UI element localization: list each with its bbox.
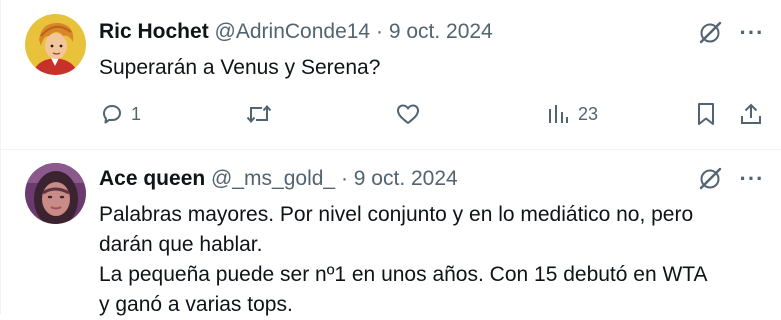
handle[interactable]: @_ms_gold_ xyxy=(211,167,335,190)
tweet-text-line: La pequeña puede ser nº1 en unos años. C… xyxy=(99,263,708,286)
separator: · xyxy=(340,167,348,190)
views-icon[interactable] xyxy=(545,101,571,127)
avatar[interactable] xyxy=(25,14,86,75)
more-icon[interactable]: ··· xyxy=(738,22,766,44)
reply-count: 1 xyxy=(131,104,142,124)
grok-icon[interactable] xyxy=(696,19,724,47)
more-icon[interactable]: ··· xyxy=(738,168,766,190)
tweet-text-line: y ganó a varias tops. xyxy=(99,293,293,316)
timestamp[interactable]: 9 oct. 2024 xyxy=(354,167,458,190)
handle[interactable]: @AdrinConde14 xyxy=(215,20,371,43)
avatar-image xyxy=(25,14,86,75)
bookmark-icon[interactable] xyxy=(694,101,718,127)
tweet-text-line: Superarán a Venus y Serena? xyxy=(99,56,381,79)
timestamp[interactable]: 9 oct. 2024 xyxy=(389,20,493,43)
view-count: 23 xyxy=(578,104,599,124)
tweet-header: Ric Hochet @AdrinConde14 · 9 oct. 2024 xyxy=(99,19,493,45)
avatar-image xyxy=(25,163,86,224)
tweet-1[interactable]: Ric Hochet @AdrinConde14 · 9 oct. 2024 ·… xyxy=(0,0,781,150)
tweet-text-line: Palabras mayores. Por nivel conjunto y e… xyxy=(99,203,694,226)
display-name[interactable]: Ric Hochet xyxy=(99,20,209,43)
tweet-text-line: darán que hablar. xyxy=(99,233,263,256)
tweet-2[interactable]: Ace queen @_ms_gold_ · 9 oct. 2024 ··· P… xyxy=(0,150,781,316)
avatar[interactable] xyxy=(25,163,86,224)
display-name[interactable]: Ace queen xyxy=(99,167,205,190)
share-icon[interactable] xyxy=(738,101,764,127)
reply-icon[interactable] xyxy=(99,101,125,127)
tweet-text: Superarán a Venus y Serena? xyxy=(99,53,769,83)
repost-icon[interactable] xyxy=(245,101,273,127)
separator: · xyxy=(375,20,383,43)
tweet-header: Ace queen @_ms_gold_ · 9 oct. 2024 xyxy=(99,166,458,192)
tweet-text: Palabras mayores. Por nivel conjunto y e… xyxy=(99,200,769,320)
grok-icon[interactable] xyxy=(696,165,724,193)
like-icon[interactable] xyxy=(395,101,421,127)
